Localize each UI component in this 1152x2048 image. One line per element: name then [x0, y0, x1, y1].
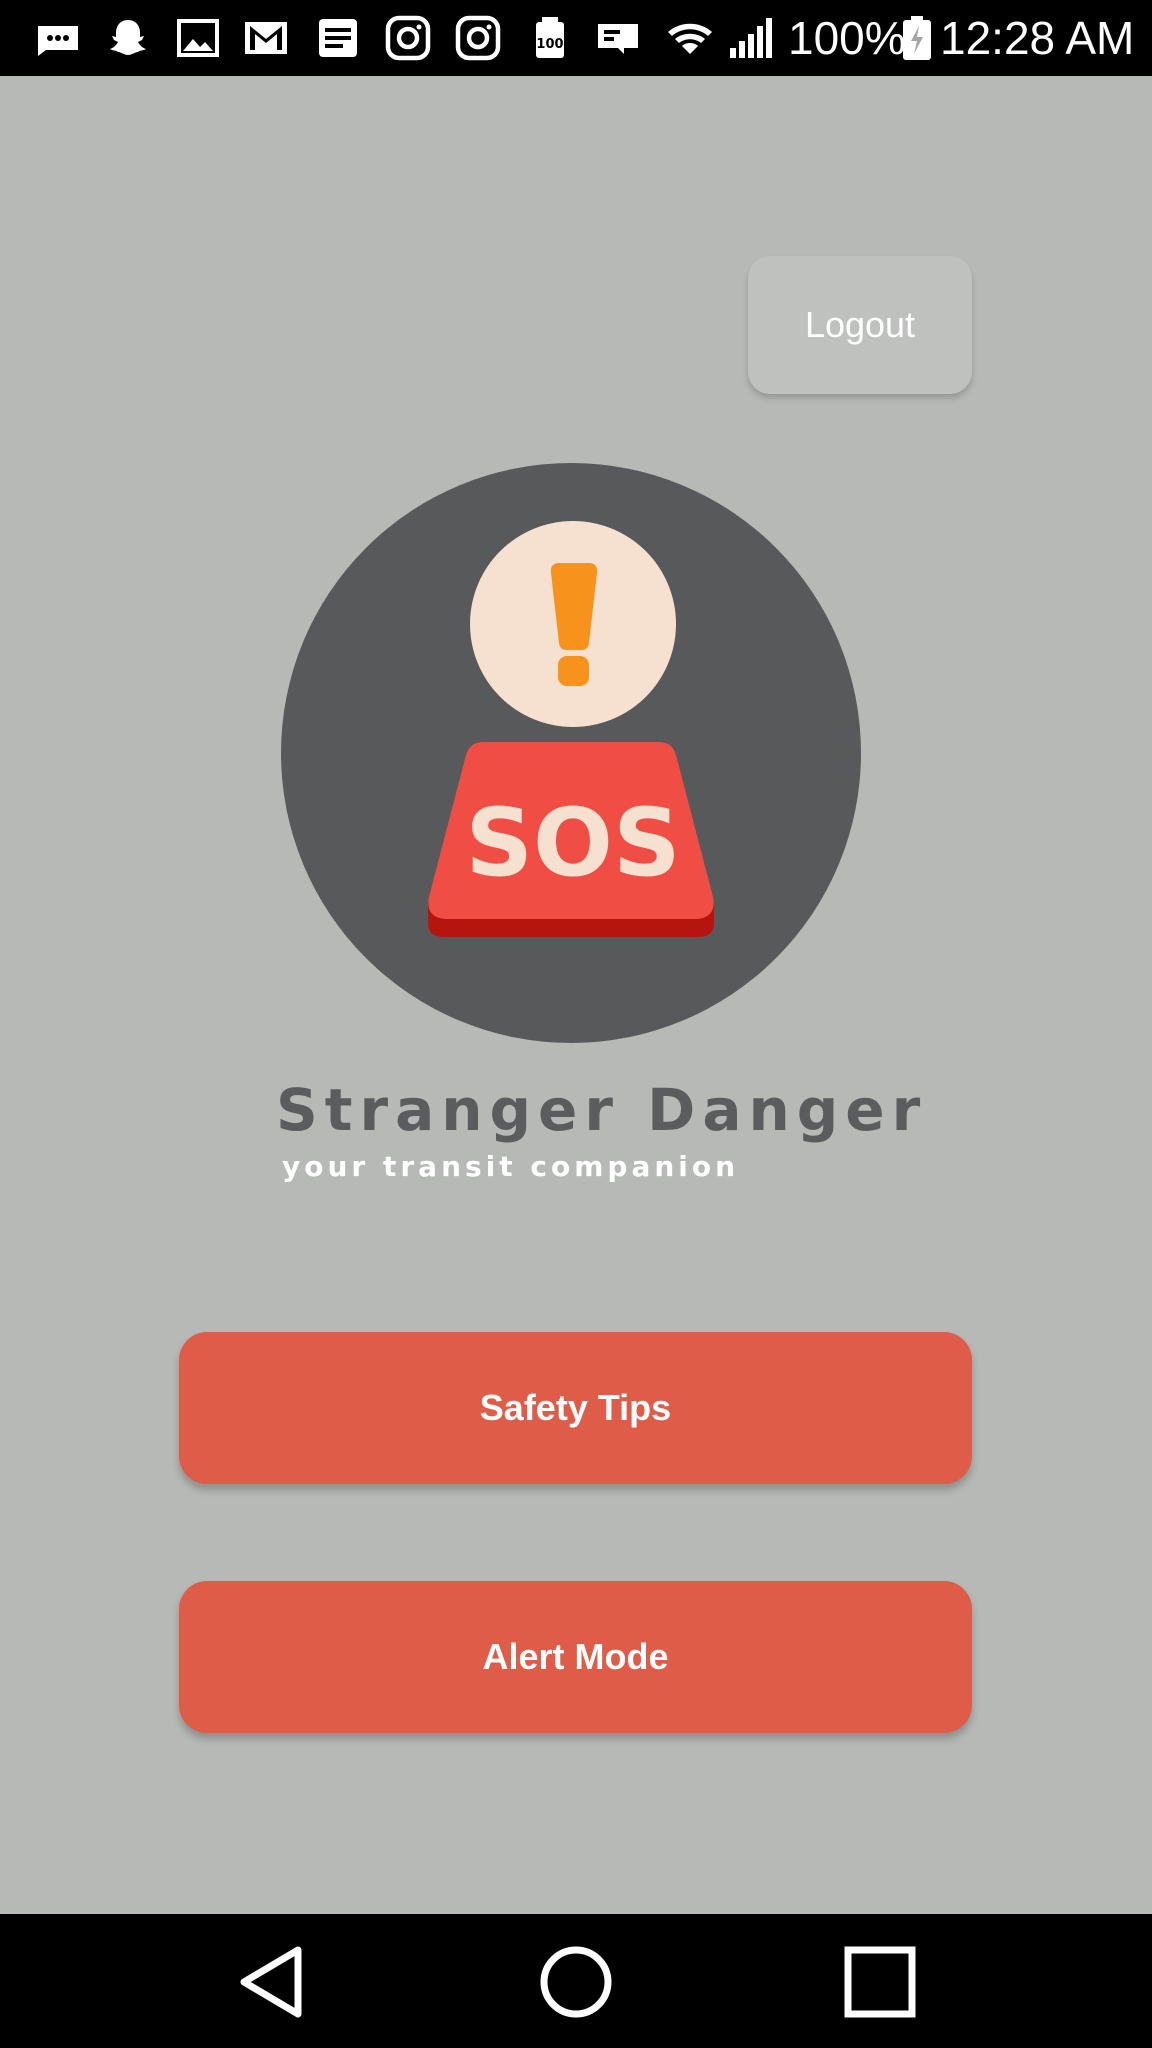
- status-bar: 100 100% 12:28 AM: [0, 0, 1152, 76]
- instagram-icon: [385, 15, 431, 61]
- sos-label: SOS: [465, 789, 680, 898]
- navigation-bar: [0, 1914, 1152, 2048]
- snapchat-icon: [110, 20, 146, 55]
- home-icon[interactable]: [536, 1942, 616, 2022]
- alert-mode-button[interactable]: Alert Mode: [179, 1581, 972, 1733]
- sos-logo-icon: SOS: [428, 521, 714, 937]
- messages-icon: [38, 26, 78, 56]
- logout-button[interactable]: Logout: [748, 256, 972, 394]
- back-icon[interactable]: [232, 1942, 312, 2022]
- storage-icon: 100: [536, 17, 564, 58]
- gmail-icon: [245, 22, 287, 54]
- cast-icon: [598, 24, 638, 54]
- safety-tips-button[interactable]: Safety Tips: [179, 1332, 972, 1484]
- clock: 12:28 AM: [940, 12, 1135, 64]
- battery-percent: 100%: [788, 12, 906, 64]
- recents-icon[interactable]: [840, 1942, 920, 2022]
- signal-icon: [730, 18, 772, 58]
- wifi-icon: [668, 23, 712, 54]
- instagram-icon: [455, 15, 501, 61]
- notes-icon: [319, 19, 357, 57]
- app-tagline: your transit companion: [282, 1150, 740, 1183]
- battery-charging-icon: [903, 16, 931, 60]
- svg-text:100: 100: [536, 37, 563, 52]
- gallery-icon: [177, 19, 219, 57]
- app-title: Stranger Danger: [276, 1076, 928, 1144]
